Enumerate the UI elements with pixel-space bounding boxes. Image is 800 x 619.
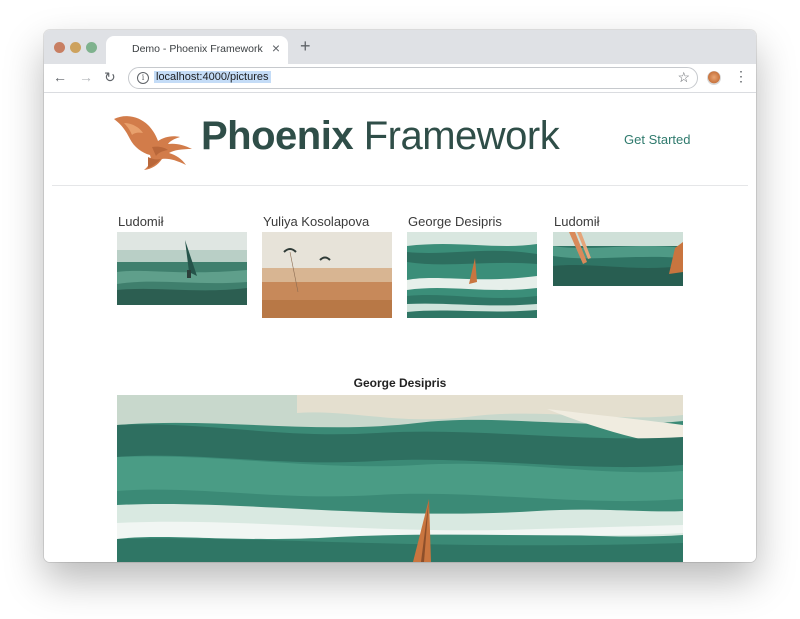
- tab-close-icon[interactable]: ×: [272, 41, 280, 55]
- header-divider: [52, 185, 748, 186]
- new-tab-icon[interactable]: +: [300, 37, 311, 55]
- address-bar[interactable]: i localhost:4000/pictures ☆: [128, 67, 698, 89]
- thumbnail-image[interactable]: [117, 232, 247, 305]
- browser-window: Demo - Phoenix Framework × + ← → ↻ i loc…: [44, 30, 756, 562]
- tab-strip: Demo - Phoenix Framework × +: [44, 30, 756, 64]
- thumbnail-image[interactable]: [553, 232, 683, 286]
- phoenix-logo-icon: [114, 116, 192, 170]
- browser-tab[interactable]: Demo - Phoenix Framework ×: [106, 36, 288, 64]
- back-arrow-icon[interactable]: ←: [53, 68, 67, 86]
- thumbnail-image[interactable]: [262, 232, 392, 318]
- selected-picture-title: George Desipris: [353, 376, 447, 390]
- url-text[interactable]: localhost:4000/pictures: [154, 71, 271, 83]
- bookmark-star-icon[interactable]: ☆: [677, 69, 690, 86]
- maximize-window-button[interactable]: [86, 42, 97, 53]
- thumbnail-caption: George Desipris: [408, 214, 502, 229]
- logo-text: Phoenix Framework: [201, 114, 560, 159]
- thumbnail-image[interactable]: [407, 232, 537, 318]
- minimize-window-button[interactable]: [70, 42, 81, 53]
- close-window-button[interactable]: [54, 42, 65, 53]
- tab-title: Demo - Phoenix Framework: [132, 43, 263, 55]
- info-icon[interactable]: i: [137, 72, 149, 84]
- forward-arrow-icon[interactable]: →: [79, 68, 93, 86]
- browser-toolbar: ← → ↻ i localhost:4000/pictures ☆ ⋮: [44, 64, 756, 93]
- thumbnail-caption: Ludomił: [118, 214, 164, 229]
- thumbnail-caption: Yuliya Kosolapova: [263, 214, 370, 229]
- extension-icon[interactable]: [707, 71, 721, 85]
- reload-icon[interactable]: ↻: [104, 68, 116, 86]
- logo-text-light: Framework: [353, 114, 560, 158]
- logo-text-bold: Phoenix: [201, 114, 354, 158]
- get-started-link[interactable]: Get Started: [624, 132, 690, 147]
- thumbnail-caption: Ludomił: [554, 214, 600, 229]
- menu-icon[interactable]: ⋮: [734, 68, 748, 85]
- selected-picture-image: [117, 395, 683, 562]
- page-content: Phoenix Framework Get Started Ludomił Yu…: [44, 93, 756, 562]
